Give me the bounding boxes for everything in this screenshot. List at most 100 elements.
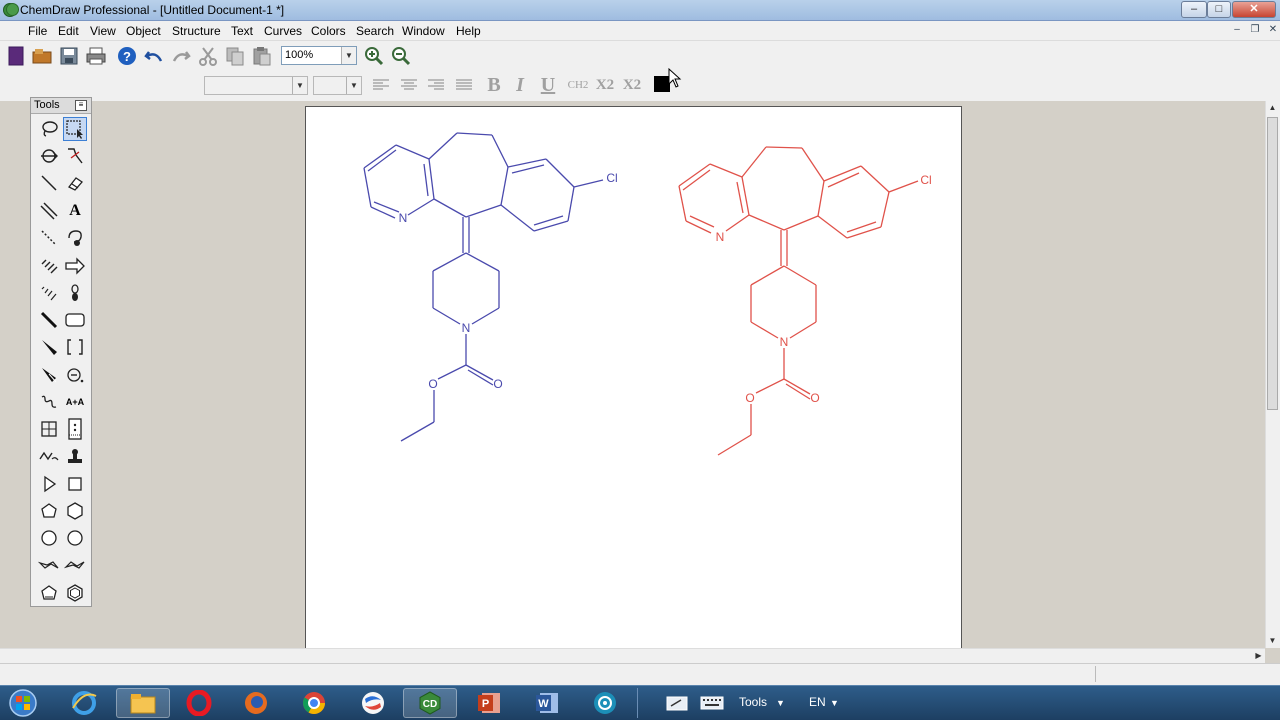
brackets-icon[interactable] [63,335,87,359]
molecule-2-chlorine-label[interactable]: Cl [920,173,931,187]
help-icon[interactable]: ? [116,45,138,67]
molecule-1-ester-o-label[interactable]: O [428,377,437,391]
subscript-button[interactable]: X2 [593,74,617,96]
benzene-icon[interactable] [63,581,87,605]
taskbar-swift-icon[interactable] [346,688,400,718]
open-folder-icon[interactable] [31,45,53,67]
scroll-right-icon[interactable]: ▶ [1253,651,1264,660]
tlc-plate-icon[interactable] [63,417,87,441]
taskbar-word-icon[interactable]: W [520,688,574,718]
hashed-bond-icon[interactable] [37,254,61,278]
taskbar-media-player-icon[interactable] [578,688,632,718]
taskbar-file-explorer-icon[interactable] [116,688,170,718]
cyclooctane-icon[interactable] [63,526,87,550]
zoom-out-icon[interactable] [390,45,412,67]
lasso-tool-icon[interactable] [37,117,61,141]
chevron-down-icon[interactable]: ▼ [292,77,307,94]
reaction-tool-icon[interactable]: A+A [63,390,87,414]
arrow-tool-icon[interactable] [63,254,87,278]
menu-object[interactable]: Object [126,24,161,38]
tray-language-label[interactable]: EN [809,695,826,709]
menu-colors[interactable]: Colors [311,24,346,38]
chain-tool-icon[interactable] [37,445,61,469]
bold-bond-icon[interactable] [37,308,61,332]
molecule-2-ester-o-label[interactable]: O [745,391,754,405]
dashed-bond-icon[interactable] [37,226,61,250]
chevron-down-icon[interactable]: ▼ [341,47,356,64]
molecule-1-piperidine-n-label[interactable]: N [462,321,471,335]
menu-view[interactable]: View [90,24,116,38]
scroll-up-icon[interactable]: ▲ [1267,103,1278,112]
vertical-scroll-thumb[interactable] [1267,117,1278,410]
align-center-icon[interactable] [397,74,421,96]
scroll-down-icon[interactable]: ▼ [1267,636,1278,645]
underline-button[interactable]: U [536,74,560,96]
cycloheptane-icon[interactable] [37,526,61,550]
chemical-style-button[interactable]: CH2 [566,74,590,96]
eraser-icon[interactable] [63,171,87,195]
new-document-icon[interactable] [5,45,27,67]
minimize-button[interactable]: – [1181,1,1207,18]
molecule-1-carbonyl-o-label[interactable]: O [493,377,502,391]
cyclopentadiene-icon[interactable] [37,581,61,605]
doc-minimize-icon[interactable]: – [1230,24,1244,37]
align-left-icon[interactable] [369,74,393,96]
menu-file[interactable]: File [28,24,47,38]
solid-bond-icon[interactable] [37,171,61,195]
menu-window[interactable]: Window [402,24,445,38]
close-window-button[interactable]: ✕ [1232,1,1276,18]
doc-restore-icon[interactable]: ❐ [1248,24,1262,37]
menu-search[interactable]: Search [356,24,394,38]
undo-icon[interactable] [143,45,165,67]
menu-edit[interactable]: Edit [58,24,79,38]
tray-language-chevron-icon[interactable]: ▼ [830,698,839,708]
print-icon[interactable] [85,45,107,67]
font-select[interactable]: ▼ [204,76,308,95]
cyclohexane-chair-1-icon[interactable] [37,553,61,577]
molecule-2-piperidine-n-label[interactable]: N [780,335,789,349]
taskbar-firefox-icon[interactable] [229,688,283,718]
pen-input-icon[interactable] [660,688,694,718]
document-icon[interactable] [6,3,19,16]
italic-button[interactable]: I [508,74,532,96]
stamp-tool-icon[interactable] [63,445,87,469]
tools-menu-icon[interactable]: ≡ [75,100,87,111]
orbital-tool-icon[interactable] [63,281,87,305]
cut-icon[interactable] [197,45,219,67]
redo-icon[interactable] [170,45,192,67]
tray-tools-chevron-icon[interactable]: ▼ [776,698,785,708]
zoom-select[interactable]: 100% ▼ [281,46,357,65]
font-size-select[interactable]: ▼ [313,76,362,95]
cyclohexane-chair-2-icon[interactable] [63,553,87,577]
table-tool-icon[interactable] [37,417,61,441]
horizontal-scrollbar[interactable] [0,648,1265,663]
copy-icon[interactable] [224,45,246,67]
menu-help[interactable]: Help [456,24,481,38]
taskbar-chemdraw-icon[interactable]: CD [403,688,457,718]
cyclopentane-icon[interactable] [37,499,61,523]
wedge-bond-icon[interactable] [37,335,61,359]
mass-fragmentation-icon[interactable] [63,144,87,168]
superscript-button[interactable]: X2 [620,74,644,96]
wavy-bond-icon[interactable] [37,390,61,414]
molecule-1-chlorine-label[interactable]: Cl [606,171,617,185]
cyclobutane-icon[interactable] [63,472,87,496]
justify-icon[interactable] [452,74,476,96]
tray-tools-label[interactable]: Tools [739,695,767,709]
cyclohexane-icon[interactable] [63,499,87,523]
chemical-symbols-icon[interactable] [63,363,87,387]
molecule-2-pyridine-n-label[interactable]: N [716,230,725,244]
save-icon[interactable] [58,45,80,67]
taskbar-internet-explorer-icon[interactable] [57,688,111,718]
molecule-2-carbonyl-o-label[interactable]: O [810,391,819,405]
zoom-in-icon[interactable] [363,45,385,67]
drawing-elements-icon[interactable] [63,308,87,332]
tools-palette-titlebar[interactable]: Tools ≡ [31,98,91,114]
document-page[interactable]: N Cl N O O N Cl N O O [305,106,962,666]
chevron-down-icon[interactable]: ▼ [346,77,361,94]
menu-text[interactable]: Text [231,24,253,38]
doc-close-icon[interactable]: ✕ [1266,24,1280,37]
hollow-wedge-bond-icon[interactable] [37,363,61,387]
hashed-wedge-bond-icon[interactable] [37,281,61,305]
marquee-tool-icon[interactable] [63,117,87,141]
